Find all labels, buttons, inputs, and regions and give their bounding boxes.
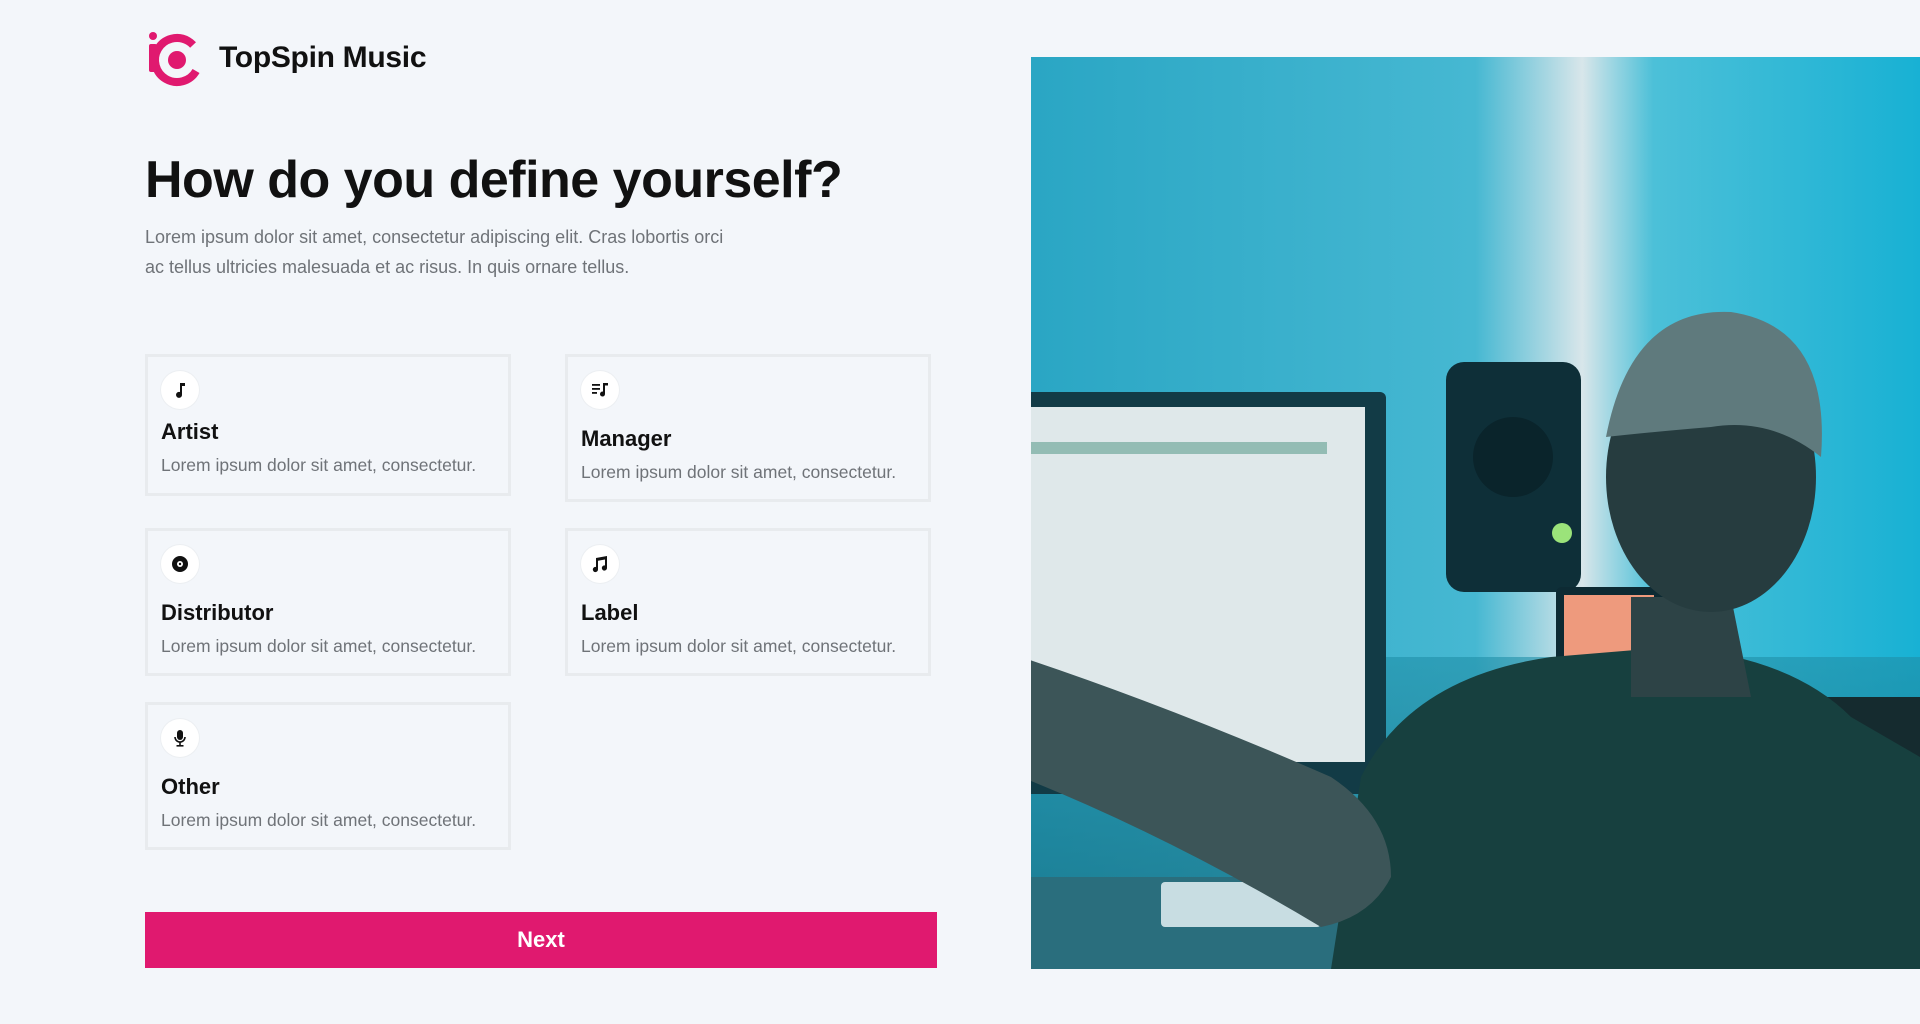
option-description: Lorem ipsum dolor sit amet, consectetur. <box>161 636 477 656</box>
option-card-label[interactable]: Label Lorem ipsum dolor sit amet, consec… <box>565 528 931 676</box>
option-description: Lorem ipsum dolor sit amet, consectetur. <box>161 810 477 830</box>
option-card-artist[interactable]: Artist Lorem ipsum dolor sit amet, conse… <box>145 354 511 496</box>
music-notes-icon <box>581 545 619 583</box>
option-card-other[interactable]: Other Lorem ipsum dolor sit amet, consec… <box>145 702 511 850</box>
microphone-icon <box>161 719 199 757</box>
option-label: Artist <box>161 419 219 444</box>
studio-photo <box>1031 57 1920 969</box>
option-description: Lorem ipsum dolor sit amet, consectetur. <box>581 636 897 656</box>
vinyl-disc-icon <box>161 545 199 583</box>
option-label: Other <box>161 774 220 799</box>
option-card-manager[interactable]: Manager Lorem ipsum dolor sit amet, cons… <box>565 354 931 502</box>
option-label: Manager <box>581 426 672 451</box>
option-description: Lorem ipsum dolor sit amet, consectetur. <box>161 455 477 475</box>
brand-name: TopSpin Music <box>219 41 427 74</box>
hero-image <box>1031 57 1920 969</box>
option-description: Lorem ipsum dolor sit amet, consectetur. <box>581 462 897 482</box>
option-label: Label <box>581 600 639 625</box>
brand-logo[interactable]: TopSpin Music <box>145 28 427 88</box>
playlist-icon <box>581 371 619 409</box>
page-subtitle: Lorem ipsum dolor sit amet, consectetur … <box>145 227 724 277</box>
option-card-distributor[interactable]: Distributor Lorem ipsum dolor sit amet, … <box>145 528 511 676</box>
option-label: Distributor <box>161 600 274 625</box>
topspin-logo-icon <box>149 32 203 86</box>
next-button[interactable]: Next <box>145 912 937 968</box>
page-title: How do you define yourself? <box>145 151 843 209</box>
music-note-icon <box>161 371 199 409</box>
